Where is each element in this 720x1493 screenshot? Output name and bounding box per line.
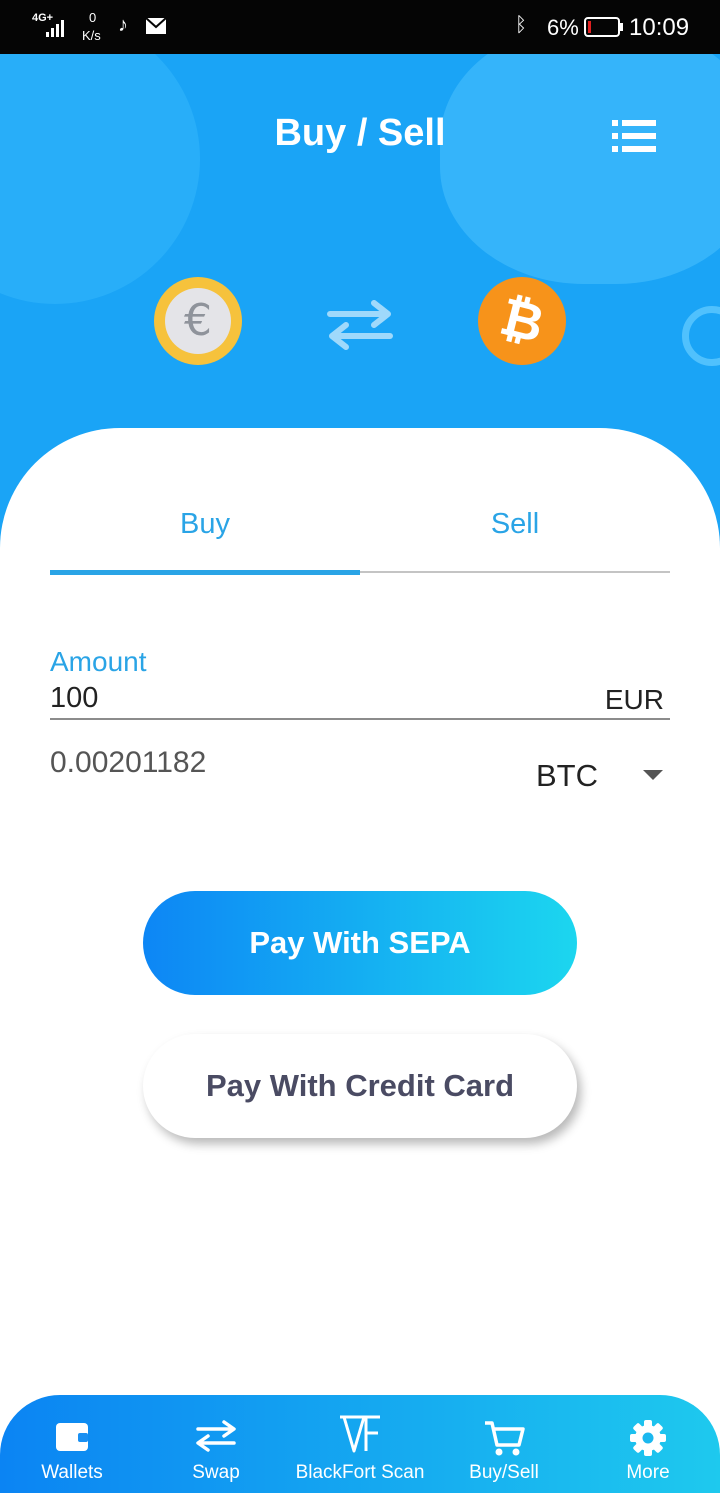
chevron-down-icon[interactable] bbox=[643, 770, 663, 780]
pay-credit-card-button[interactable]: Pay With Credit Card bbox=[143, 1034, 577, 1138]
nav-label-wallets: Wallets bbox=[41, 1462, 103, 1483]
nav-label-buy-sell: Buy/Sell bbox=[469, 1462, 539, 1483]
amount-input[interactable]: 100 bbox=[50, 682, 98, 715]
converted-amount: 0.00201182 bbox=[50, 746, 207, 779]
clock: 10:09 bbox=[629, 14, 690, 41]
nav-label-blackfort-scan: BlackFort Scan bbox=[295, 1462, 425, 1483]
bitcoin-coin-icon: ₿ bbox=[478, 277, 566, 365]
amount-underline bbox=[50, 718, 670, 720]
swap-icon bbox=[196, 1420, 236, 1452]
status-bar: 4G+ 0 K/s ♪ ᛒ 6% 10:09 bbox=[0, 0, 720, 54]
net-speed-unit: K/s bbox=[82, 28, 101, 43]
tiktok-icon: ♪ bbox=[118, 14, 128, 36]
euro-coin-icon: € bbox=[154, 277, 242, 365]
net-speed-value: 0 bbox=[89, 10, 97, 25]
amount-label: Amount bbox=[50, 646, 147, 677]
battery-icon bbox=[584, 17, 623, 37]
nav-item-swap[interactable]: Swap bbox=[166, 1395, 266, 1493]
tab-sell[interactable]: Sell bbox=[360, 508, 670, 541]
swap-arrows-icon bbox=[327, 300, 393, 350]
decor-blob bbox=[0, 54, 200, 304]
nav-label-swap: Swap bbox=[192, 1462, 240, 1483]
euro-symbol: € bbox=[184, 295, 212, 346]
wallet-icon bbox=[56, 1423, 88, 1451]
pay-sepa-button[interactable]: Pay With SEPA bbox=[143, 891, 577, 995]
gear-icon bbox=[630, 1420, 666, 1456]
amount-currency: EUR bbox=[604, 684, 664, 715]
nav-label-more: More bbox=[626, 1462, 670, 1483]
nav-item-buy-sell[interactable]: Buy/Sell bbox=[454, 1395, 554, 1493]
bottom-navigation: Wallets Swap BlackFort Scan Buy/Sell Mor… bbox=[0, 1395, 720, 1493]
bluetooth-icon: ᛒ bbox=[515, 14, 527, 36]
list-menu-icon[interactable] bbox=[610, 116, 658, 156]
nav-item-more[interactable]: More bbox=[598, 1395, 698, 1493]
active-tab-indicator bbox=[50, 570, 360, 575]
crypto-select[interactable]: BTC bbox=[536, 758, 598, 794]
decor-blob bbox=[440, 54, 720, 284]
nav-item-wallets[interactable]: Wallets bbox=[22, 1395, 122, 1493]
cart-icon bbox=[485, 1421, 525, 1456]
blackfort-logo-icon bbox=[340, 1415, 380, 1453]
battery-percent: 6% bbox=[547, 15, 579, 40]
nav-item-blackfort-scan[interactable]: BlackFort Scan bbox=[285, 1395, 435, 1493]
decor-ring bbox=[682, 306, 720, 366]
signal-icon bbox=[46, 20, 64, 37]
tab-buy[interactable]: Buy bbox=[50, 508, 360, 541]
mail-icon bbox=[145, 17, 167, 34]
